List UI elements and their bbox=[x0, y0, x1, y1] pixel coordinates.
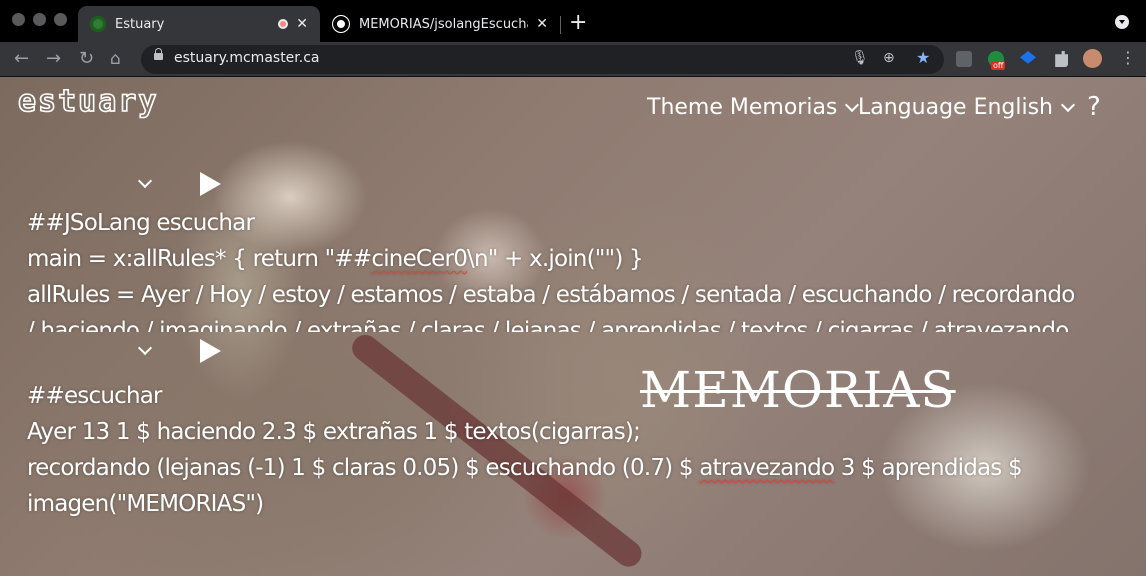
code-line: imagen("MEMORIAS") bbox=[27, 491, 264, 517]
close-tab-icon[interactable]: ✕ bbox=[296, 16, 308, 32]
code-line: Ayer 13 1 $ haciendo 2.3 $ extrañas 1 $ … bbox=[27, 419, 641, 445]
home-icon[interactable]: ⌂ bbox=[110, 48, 121, 70]
browser-toolbar: ← → ↻ ⌂ estuary.mcmaster.ca 🎙 ⊕ ★ off ⋮ bbox=[0, 42, 1146, 77]
chevron-down-icon bbox=[1060, 97, 1076, 112]
lock-icon bbox=[154, 48, 163, 60]
address-bar[interactable]: estuary.mcmaster.ca 🎙 ⊕ ★ bbox=[141, 45, 944, 74]
code-line: ##escuchar bbox=[27, 383, 162, 409]
tab-separator bbox=[560, 16, 561, 34]
collapse-chevron-icon[interactable] bbox=[137, 340, 153, 356]
graduation-cap-extension-icon[interactable] bbox=[1020, 51, 1036, 64]
estuary-favicon-icon bbox=[90, 16, 106, 32]
play-icon[interactable] bbox=[200, 172, 221, 196]
code-line: ##JSoLang escuchar bbox=[27, 210, 255, 236]
tab-title: Estuary bbox=[115, 16, 165, 32]
profile-avatar[interactable] bbox=[1083, 49, 1102, 68]
tab-search-icon[interactable] bbox=[1115, 15, 1129, 29]
code-editor-1[interactable]: ##JSoLang escuchar main = x:allRules* { … bbox=[27, 205, 1137, 332]
new-tab-button[interactable]: + bbox=[569, 9, 587, 37]
back-icon[interactable]: ← bbox=[14, 48, 29, 70]
code-text: main = x:allRules* { return "## bbox=[27, 246, 372, 272]
code-text: 3 $ aprendidas $ bbox=[834, 455, 1023, 481]
forward-icon[interactable]: → bbox=[46, 48, 61, 70]
zoom-icon[interactable]: ⊕ bbox=[883, 50, 895, 66]
theme-menu[interactable]: Theme Memorias bbox=[647, 95, 860, 120]
reload-icon[interactable]: ↻ bbox=[79, 48, 94, 70]
zoom-window-button[interactable] bbox=[54, 13, 67, 26]
github-icon bbox=[332, 15, 350, 33]
code-line: / haciendo / imaginando / extrañas / cla… bbox=[27, 318, 1069, 332]
tab-estuary[interactable]: Estuary ✕ bbox=[78, 6, 320, 42]
puzzle-extensions-icon[interactable] bbox=[1055, 51, 1068, 67]
language-menu-label: Language English bbox=[858, 95, 1054, 120]
code-line: recordando (lejanas (-1) 1 $ claras 0.05… bbox=[27, 450, 1023, 486]
code-text: recordando (lejanas (-1) 1 $ claras 0.05… bbox=[27, 455, 700, 481]
theme-menu-label: Theme Memorias bbox=[647, 95, 838, 120]
tab-title: MEMORIAS/jsolangEscuchar.pde bbox=[359, 16, 528, 32]
bookmark-star-icon[interactable]: ★ bbox=[916, 48, 930, 67]
extension-badge: off bbox=[991, 61, 1006, 70]
code-line: main = x:allRules* { return "##cineCer0\… bbox=[27, 241, 1137, 277]
misspelled-word: cineCer0 bbox=[371, 246, 468, 272]
collapse-chevron-icon[interactable] bbox=[137, 173, 153, 189]
tab-github[interactable]: MEMORIAS/jsolangEscuchar.pde ✕ bbox=[320, 6, 560, 42]
url-text[interactable]: estuary.mcmaster.ca bbox=[174, 50, 320, 66]
close-tab-icon[interactable]: ✕ bbox=[536, 16, 548, 32]
recording-icon bbox=[278, 19, 289, 29]
code-text: \n" + x.join("") } bbox=[467, 246, 644, 272]
microphone-icon[interactable]: 🎙 bbox=[851, 50, 869, 66]
estuary-page: estuary Theme Memorias Language English … bbox=[0, 77, 1146, 576]
facebook-extension-icon[interactable] bbox=[956, 51, 972, 67]
estuary-logo[interactable]: estuary bbox=[17, 86, 158, 118]
language-menu[interactable]: Language English bbox=[858, 95, 1076, 120]
tab-bar: Estuary ✕ MEMORIAS/jsolangEscuchar.pde ✕… bbox=[0, 0, 1146, 42]
more-menu-icon[interactable]: ⋮ bbox=[1120, 49, 1136, 67]
misspelled-word: atravezando bbox=[699, 455, 835, 481]
close-window-button[interactable] bbox=[12, 13, 25, 26]
play-icon[interactable] bbox=[200, 339, 221, 363]
minimize-window-button[interactable] bbox=[33, 13, 46, 26]
help-button[interactable]: ? bbox=[1087, 92, 1101, 122]
memorias-visual-text: MEMORIAS bbox=[640, 361, 956, 419]
code-line: allRules = Ayer / Hoy / estoy / estamos … bbox=[27, 282, 1075, 308]
